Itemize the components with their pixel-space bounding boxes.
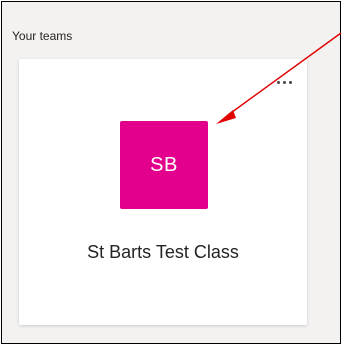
section-title: Your teams — [12, 29, 73, 43]
more-options-button[interactable] — [271, 73, 297, 91]
teams-panel: Your teams SB St Barts Test Class — [1, 1, 341, 344]
team-initials: SB — [150, 153, 178, 176]
more-horizontal-icon — [276, 80, 292, 84]
team-avatar[interactable]: SB — [120, 121, 208, 209]
team-card[interactable]: SB St Barts Test Class — [19, 59, 307, 325]
team-name[interactable]: St Barts Test Class — [19, 242, 307, 263]
